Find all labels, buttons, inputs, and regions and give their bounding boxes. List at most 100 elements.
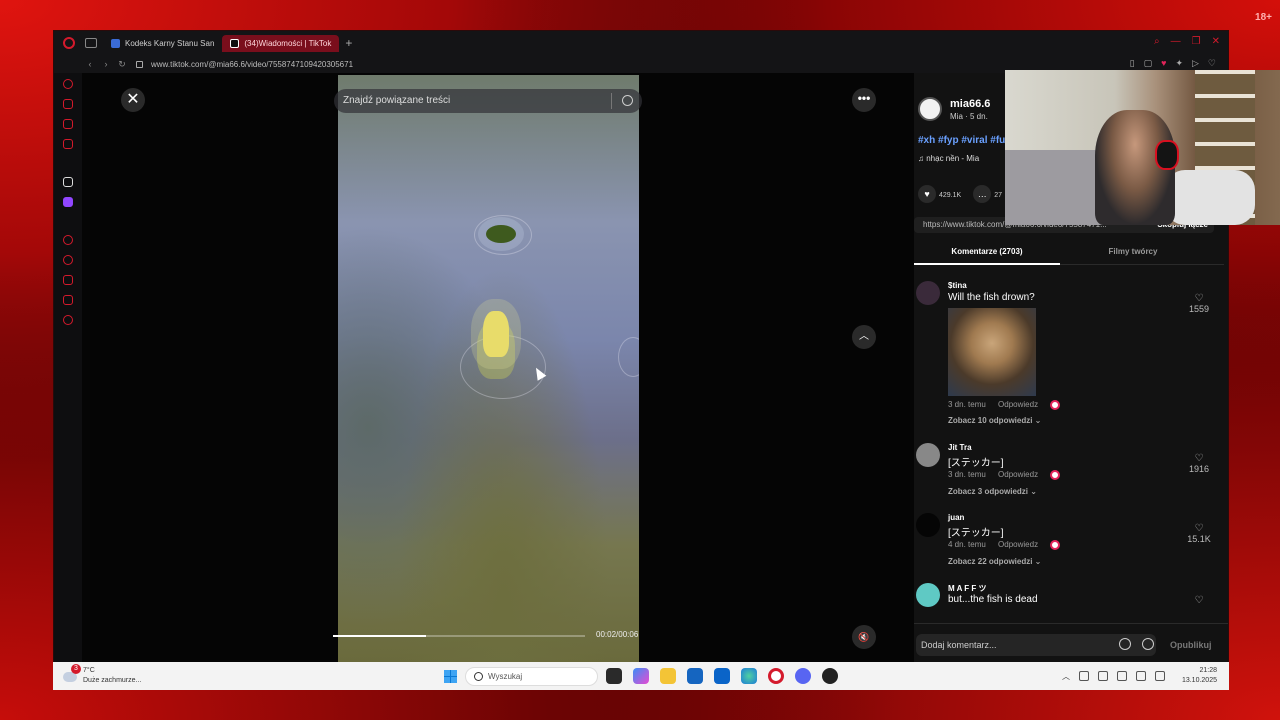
view-replies-link[interactable]: Zobacz 3 odpowiedzi ⌄ <box>948 487 1037 496</box>
discord-icon[interactable] <box>795 668 811 684</box>
aria-icon[interactable] <box>63 79 73 89</box>
back-icon[interactable]: ‹ <box>82 59 98 69</box>
taskbar-search[interactable]: Wyszukaj <box>465 667 598 686</box>
reload-icon[interactable]: ↻ <box>114 59 130 70</box>
search-icon <box>474 672 483 681</box>
water-ripple <box>618 337 639 377</box>
pinboard-icon[interactable]: ♥ <box>1161 58 1166 69</box>
tab-tiktok[interactable]: (34)Wiadomości | TikTok <box>222 34 340 52</box>
post-music[interactable]: ♫ nhạc nền - Mia <box>918 154 979 163</box>
reply-link[interactable]: Odpowiedz <box>998 470 1038 479</box>
reply-link[interactable]: Odpowiedz <box>998 540 1038 549</box>
weather-temp: 7°C <box>83 667 95 674</box>
volume-icon[interactable] <box>1154 671 1165 681</box>
opera-gx-icon[interactable] <box>768 668 784 684</box>
search-divider <box>611 93 612 109</box>
view-replies-link[interactable]: Zobacz 10 odpowiedzi ⌄ <box>948 416 1041 425</box>
frog-top <box>486 225 516 243</box>
comment-stat[interactable]: … 27 <box>973 185 1002 203</box>
like-stat[interactable]: ♥ 429.1K <box>918 185 961 203</box>
display-icon[interactable] <box>1116 671 1127 681</box>
tiktok-sidebar-icon[interactable] <box>63 177 73 187</box>
clock[interactable]: 21:28 13.10.2025 <box>1182 666 1217 686</box>
twitch-icon[interactable] <box>63 197 73 207</box>
bag-icon[interactable] <box>63 99 73 109</box>
commenter-name[interactable]: M A F F ツ <box>948 583 987 594</box>
downloads-icon[interactable] <box>63 275 73 285</box>
view-replies-link[interactable]: Zobacz 22 odpowiedzi ⌄ <box>948 557 1041 566</box>
games-icon[interactable] <box>63 119 73 129</box>
player-icon[interactable]: ▷ <box>1192 58 1199 69</box>
comment-like-count: 15.1K <box>1187 534 1211 544</box>
related-search-input[interactable]: Znajdź powiązane treści <box>334 89 642 113</box>
comment-time: 3 dn. temu <box>948 400 986 410</box>
tiktok-favicon-icon <box>230 38 240 48</box>
comment-icon: … <box>973 185 992 203</box>
window-controls: ⌕ — ❐ ✕ <box>1154 36 1220 47</box>
battery-icon[interactable] <box>1135 671 1146 681</box>
tab-creator-videos[interactable]: Filmy twórcy <box>1060 241 1206 263</box>
start-button[interactable] <box>444 670 457 683</box>
close-video-button[interactable]: ✕ <box>121 88 145 112</box>
commenter-name[interactable]: juan <box>948 513 964 522</box>
copilot-icon[interactable] <box>633 668 649 684</box>
settings-icon[interactable] <box>63 315 73 325</box>
emoji-icon[interactable] <box>1142 638 1154 650</box>
history-icon[interactable] <box>63 255 73 265</box>
file-explorer-icon[interactable] <box>660 668 676 684</box>
author-name[interactable]: mia66.6 <box>950 98 990 110</box>
search-tabs-icon[interactable]: ⌕ <box>1154 36 1160 47</box>
mention-icon[interactable] <box>1119 638 1131 650</box>
previous-video-button[interactable]: ︿ <box>852 325 876 349</box>
snapshot-icon[interactable]: ▢ <box>1144 58 1153 69</box>
commenter-avatar[interactable] <box>916 513 940 537</box>
microphone-icon[interactable] <box>1097 671 1108 681</box>
store-icon[interactable] <box>687 668 703 684</box>
webcam-overlay <box>1005 70 1280 225</box>
reply-link[interactable]: Odpowiedz <box>998 400 1038 409</box>
task-view-icon[interactable] <box>606 668 622 684</box>
wallet-icon[interactable] <box>63 139 73 149</box>
messenger-icon[interactable] <box>63 295 73 305</box>
post-hashtags[interactable]: #xh #fyp #viral #fu <box>918 135 1005 146</box>
new-tab-button[interactable]: + <box>345 36 352 50</box>
tab-kodeks[interactable]: Kodeks Karny Stanu San <box>103 35 222 52</box>
commenter-avatar[interactable] <box>916 443 940 467</box>
commenter-avatar[interactable] <box>916 583 940 607</box>
commenter-name[interactable]: Jit Tra <box>948 443 972 452</box>
video-progress-bar[interactable] <box>333 635 585 637</box>
maximize-icon[interactable]: ❐ <box>1192 36 1201 47</box>
commenter-avatar[interactable] <box>916 281 940 305</box>
player-sidebar-icon[interactable] <box>63 235 73 245</box>
bookmark-icon[interactable]: ▯ <box>1130 58 1135 69</box>
minimize-icon[interactable]: — <box>1171 36 1181 47</box>
comment-like-count: 1916 <box>1188 464 1210 474</box>
commenter-name[interactable]: $tina <box>948 281 967 290</box>
comment-like[interactable]: ♡ 15.1K <box>1184 523 1214 544</box>
publish-button[interactable]: Opublikuj <box>1170 640 1212 650</box>
tab-label: (34)Wiadomości | TikTok <box>244 38 332 48</box>
forward-icon[interactable]: › <box>98 59 114 69</box>
obs-icon[interactable] <box>822 668 838 684</box>
weather-widget[interactable]: 3 7°C Duże zachmurze... <box>63 664 141 686</box>
network-icon[interactable] <box>1078 671 1089 681</box>
comment-like[interactable]: ♡ 1916 <box>1184 453 1214 474</box>
workspaces-icon[interactable] <box>85 38 97 48</box>
favorites-icon[interactable]: ♡ <box>1208 58 1216 69</box>
search-icon[interactable] <box>622 95 633 106</box>
comment-like[interactable]: ♡ <box>1184 595 1214 606</box>
frog-jumping <box>483 311 509 357</box>
opera-logo-icon[interactable] <box>63 37 75 49</box>
edge-icon[interactable] <box>741 668 757 684</box>
url-field[interactable]: www.tiktok.com/@mia66.6/video/7558747109… <box>151 60 353 69</box>
author-avatar[interactable] <box>918 97 942 121</box>
video-player[interactable] <box>338 75 639 663</box>
extensions-icon[interactable]: ✦ <box>1175 58 1183 69</box>
chevron-up-icon[interactable]: ︿ <box>1062 671 1070 682</box>
more-options-button[interactable]: ••• <box>852 88 876 112</box>
comment-like[interactable]: ♡ 1559 <box>1184 293 1214 314</box>
mute-button[interactable]: 🔇 <box>852 625 876 649</box>
close-window-icon[interactable]: ✕ <box>1212 36 1220 47</box>
outlook-icon[interactable] <box>714 668 730 684</box>
tab-comments[interactable]: Komentarze (2703) <box>914 241 1060 265</box>
